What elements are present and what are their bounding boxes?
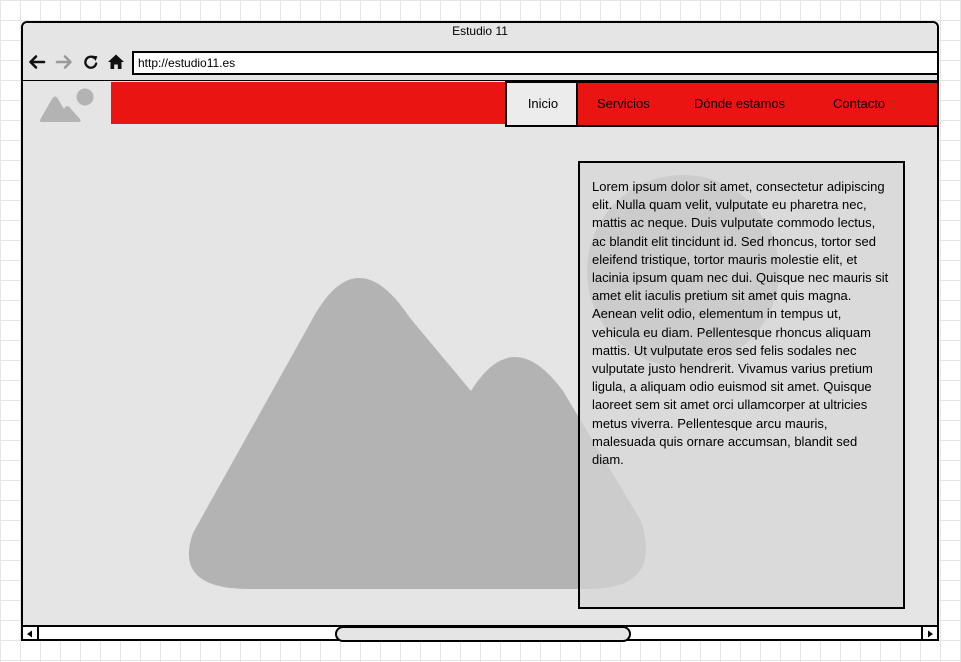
scrollbar-thumb[interactable] [335,626,631,642]
horizontal-scrollbar[interactable] [21,625,939,642]
browser-window: Estudio 11 http://estudio11.es Inicio Se… [21,21,939,641]
scroll-right-button[interactable] [921,627,937,639]
scroll-left-icon [27,630,32,638]
scroll-left-button[interactable] [23,627,39,639]
scroll-right-icon [928,630,933,638]
content-paragraph: Lorem ipsum dolor sit amet, consectetur … [592,179,889,468]
content-text-box: Lorem ipsum dolor sit amet, consectetur … [578,161,905,609]
